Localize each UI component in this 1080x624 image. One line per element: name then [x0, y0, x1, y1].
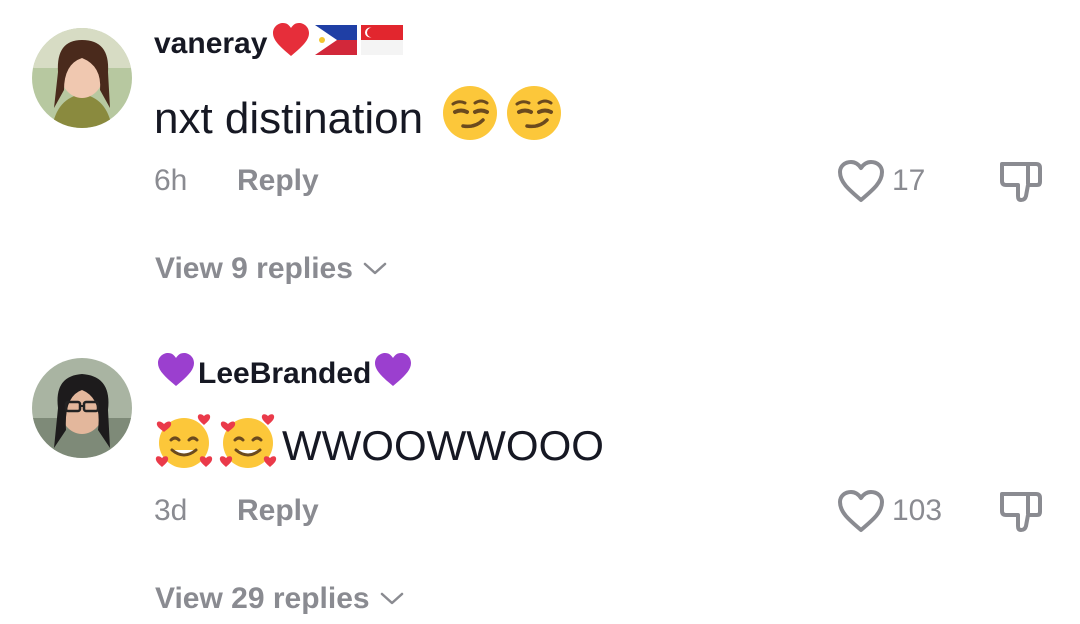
- like-button[interactable]: 103: [836, 488, 942, 534]
- singapore-flag-icon: [361, 25, 404, 63]
- comment-timestamp: 6h: [154, 164, 188, 197]
- reply-button[interactable]: Reply: [237, 494, 319, 528]
- like-count: 103: [892, 494, 943, 527]
- heart-outline-icon: [838, 160, 884, 202]
- username-text: vaneray: [154, 27, 268, 60]
- smirking-face-icon: [441, 84, 499, 153]
- comment-username[interactable]: LeeBranded: [156, 352, 413, 396]
- view-replies-button[interactable]: View 29 replies: [155, 582, 404, 616]
- smiling-face-with-hearts-icon: [218, 410, 280, 482]
- avatar[interactable]: [32, 28, 132, 128]
- comment-timestamp: 3d: [154, 494, 188, 527]
- chevron-down-icon: [363, 262, 387, 275]
- comment-username[interactable]: vaneray: [154, 22, 404, 66]
- like-count: 17: [892, 164, 926, 197]
- purple-heart-icon: [156, 352, 196, 396]
- reply-button[interactable]: Reply: [237, 164, 319, 198]
- dislike-button[interactable]: [996, 158, 1046, 209]
- avatar-image: [32, 358, 132, 458]
- username-text: LeeBranded: [198, 357, 372, 390]
- dislike-button[interactable]: [996, 488, 1046, 539]
- purple-heart-icon: [373, 352, 413, 396]
- thumbs-down-icon: [1000, 492, 1042, 532]
- view-replies-label: View 29 replies: [155, 582, 370, 615]
- like-button[interactable]: 17: [836, 158, 925, 204]
- comment-text-content: nxt distination: [154, 93, 424, 143]
- smiling-face-with-hearts-icon: [154, 410, 216, 482]
- thumbs-down-icon: [1000, 162, 1042, 202]
- red-heart-icon: [271, 22, 311, 66]
- avatar-image: [32, 28, 132, 128]
- comment-text-content: WWOOWWOOO: [282, 422, 604, 469]
- chevron-down-icon: [380, 592, 403, 605]
- view-replies-label: View 9 replies: [155, 252, 353, 285]
- view-replies-button[interactable]: View 9 replies: [155, 252, 387, 286]
- comment-item: vaneray nxt distination 6h Reply 17 View…: [0, 0, 1080, 320]
- heart-outline-icon: [838, 490, 884, 532]
- comment-text: WWOOWWOOO: [154, 410, 604, 482]
- philippines-flag-icon: [315, 25, 358, 63]
- smirking-face-icon: [505, 84, 563, 153]
- comment-text: nxt distination: [154, 84, 563, 153]
- avatar[interactable]: [32, 358, 132, 458]
- comment-item: LeeBranded WWOOWWOOO 3d Reply 103 View 2…: [0, 330, 1080, 624]
